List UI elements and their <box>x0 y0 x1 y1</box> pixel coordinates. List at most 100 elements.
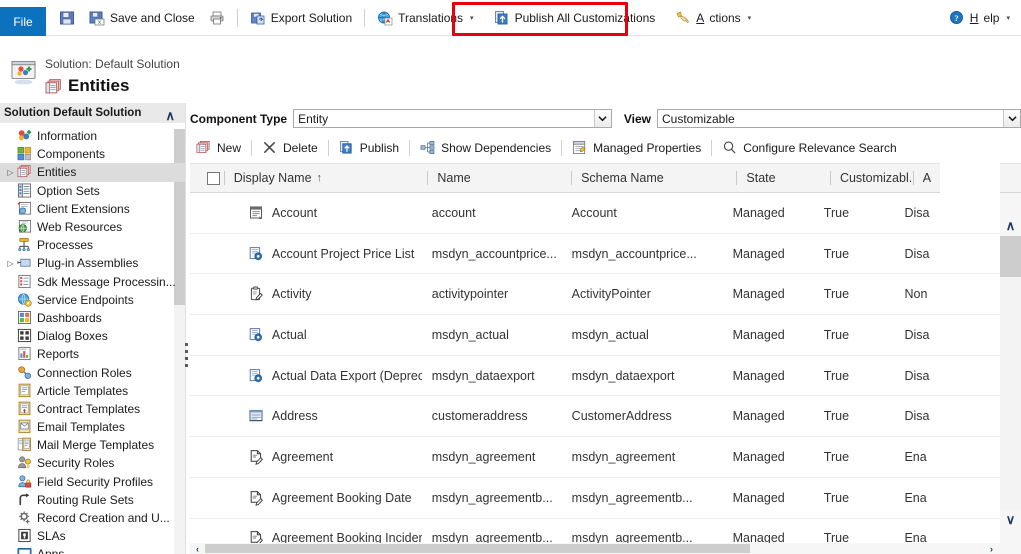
managed-properties-icon <box>572 140 588 156</box>
sidebar-item-client-extensions[interactable]: Client Extensions <box>0 200 185 218</box>
delete-button[interactable]: Delete <box>256 137 324 159</box>
column-header-schema-name[interactable]: Schema Name <box>571 163 736 193</box>
publish-icon <box>339 140 355 156</box>
chevron-down-icon[interactable] <box>593 110 611 127</box>
sidebar-item-reports[interactable]: Reports <box>0 345 185 363</box>
table-row[interactable]: Account account Account Managed True Disa <box>190 193 1000 234</box>
cell-display-name: Actual <box>223 327 422 343</box>
sidebar-item-components[interactable]: Components <box>0 145 185 163</box>
component-type-select[interactable]: Entity <box>293 109 612 128</box>
cell-name-text: msdyn_actual <box>431 327 509 342</box>
grid-horizontal-scrollbar[interactable]: ‹ › <box>190 543 1021 554</box>
pane-splitter[interactable] <box>182 103 190 554</box>
sidebar-item-label: Field Security Profiles <box>37 474 154 489</box>
export-solution-icon <box>250 10 266 26</box>
export-solution-button[interactable]: Export Solution <box>243 5 359 31</box>
grid-vertical-scrollbar[interactable]: ∧ ∨ <box>1000 193 1021 554</box>
configure-relevance-search-button[interactable]: Configure Relevance Search <box>716 137 902 159</box>
managed-properties-label: Managed Properties <box>593 141 702 155</box>
help-icon: ? <box>949 10 965 26</box>
sidebar-scroll-up-icon[interactable]: ∧ <box>165 109 175 122</box>
sidebar-item-entities[interactable]: ▷ Entities <box>0 163 185 182</box>
file-tab[interactable]: File <box>0 7 46 36</box>
chevron-down-icon: ▾ <box>470 14 474 22</box>
sidebar-item-article-templates[interactable]: Article Templates <box>0 382 185 400</box>
chevron-down-icon[interactable] <box>1003 110 1020 127</box>
cell-name-text: msdyn_accountprice... <box>431 246 557 261</box>
translations-button[interactable]: Translations ▾ <box>370 5 480 31</box>
delete-icon <box>262 140 278 156</box>
sidebar-item-mail-merge-templates[interactable]: Mail Merge Templates <box>0 436 185 454</box>
help-button[interactable]: ? Help ▾ <box>942 5 1017 31</box>
column-header-name-label: Name <box>437 171 471 185</box>
sidebar-item-sdk-message-processin[interactable]: Sdk Message Processin... <box>0 273 185 291</box>
cell-schema-name: Account <box>562 206 723 220</box>
sidebar-item-security-roles[interactable]: Security Roles <box>0 454 185 472</box>
column-divider <box>912 171 914 185</box>
web-resources-icon <box>17 219 33 235</box>
scroll-left-icon[interactable]: ‹ <box>192 543 203 554</box>
sidebar-item-dialog-boxes[interactable]: Dialog Boxes <box>0 327 185 345</box>
column-header-name[interactable]: Name <box>427 163 571 193</box>
new-button[interactable]: New <box>190 137 247 159</box>
sidebar-item-information[interactable]: Information <box>0 127 185 145</box>
actions-button[interactable]: Actions ▾ <box>668 5 758 31</box>
print-button[interactable] <box>202 5 232 31</box>
select-all-checkbox[interactable] <box>207 171 220 185</box>
sidebar-item-processes[interactable]: Processes <box>0 236 185 254</box>
sidebar-item-label: Information <box>37 129 98 144</box>
sidebar-item-option-sets[interactable]: Option Sets <box>0 182 185 200</box>
entity-doc-icon <box>248 490 264 506</box>
table-row[interactable]: Address customeraddress CustomerAddress Man… <box>190 396 1000 438</box>
show-dependencies-button[interactable]: Show Dependencies <box>414 137 557 159</box>
splitter-grip <box>185 343 188 371</box>
publish-all-customizations-button[interactable]: Publish All Customizations <box>487 5 663 31</box>
scroll-down-icon[interactable]: ∨ <box>1000 509 1021 530</box>
sidebar-item-connection-roles[interactable]: Connection Roles <box>0 363 185 381</box>
table-row[interactable]: Agreement Booking Date msdyn_agreementb..… <box>190 478 1000 519</box>
sidebar-item-label: Processes <box>37 238 94 253</box>
table-row[interactable]: Agreement msdyn_agreement msdyn_agreement M… <box>190 437 1000 478</box>
publish-button[interactable]: Publish <box>333 137 405 159</box>
save-button[interactable] <box>52 5 82 31</box>
view-select[interactable]: Customizable <box>657 109 1021 128</box>
sidebar-item-slas[interactable]: SLAs <box>0 527 185 545</box>
sidebar-item-field-security-profiles[interactable]: Field Security Profiles <box>0 473 185 491</box>
entity-gear-icon <box>248 246 264 262</box>
column-header-state[interactable]: State <box>736 163 830 193</box>
table-row[interactable]: Account Project Price List msdyn_accountp… <box>190 234 1000 275</box>
sidebar-item-contract-templates[interactable]: Contract Templates <box>0 400 185 418</box>
cell-audit: Disa <box>894 206 1000 220</box>
grid-vertical-scroll-thumb[interactable] <box>1000 236 1021 277</box>
expand-arrow-icon[interactable]: ▷ <box>4 168 17 177</box>
sidebar-item-routing-rule-sets[interactable]: Routing Rule Sets <box>0 491 185 509</box>
sidebar-item-email-templates[interactable]: Email Templates <box>0 418 185 436</box>
cell-audit-text: Ena <box>904 490 927 505</box>
sidebar-item-service-endpoints[interactable]: Service Endpoints <box>0 291 185 309</box>
column-divider <box>571 171 573 185</box>
sidebar-item-label: Option Sets <box>37 183 100 198</box>
column-header-customizable-label: Customizabl... <box>839 171 913 185</box>
managed-properties-button[interactable]: Managed Properties <box>566 137 707 159</box>
cell-audit: Ena <box>894 450 1000 464</box>
grid-vertical-scroll-track[interactable] <box>1000 236 1021 509</box>
column-header-display-name[interactable]: Display Name ↑ <box>223 163 428 193</box>
table-row[interactable]: Actual msdyn_actual msdyn_actual Managed Tru… <box>190 315 1000 356</box>
sidebar-item-apps[interactable]: Apps <box>0 545 185 554</box>
grid-horizontal-scroll-thumb[interactable] <box>205 544 750 553</box>
scroll-right-icon[interactable]: › <box>986 543 997 554</box>
column-divider <box>829 171 831 185</box>
sidebar-item-record-creation-and-u[interactable]: Record Creation and U... <box>0 509 185 527</box>
scroll-up-icon[interactable]: ∧ <box>1000 215 1021 236</box>
save-and-close-button[interactable]: x Save and Close <box>82 5 202 31</box>
sidebar-item-web-resources[interactable]: Web Resources <box>0 218 185 236</box>
publish-label: Publish <box>359 141 400 155</box>
table-row[interactable]: Activity activitypointer ActivityPointer Ma… <box>190 274 1000 316</box>
expand-arrow-icon[interactable]: ▷ <box>4 259 17 268</box>
column-header-customizable[interactable]: Customizabl... <box>829 163 913 193</box>
sidebar-item-dashboards[interactable]: Dashboards <box>0 309 185 327</box>
slas-icon <box>17 528 33 544</box>
table-row[interactable]: Actual Data Export (Deprecat... msdyn_dat… <box>190 356 1000 397</box>
sidebar-item-plug-in-assemblies[interactable]: ▷ Plug-in Assemblies <box>0 254 185 272</box>
table-row[interactable]: Agreement Booking Incident msdyn_agreemen… <box>190 519 1000 544</box>
